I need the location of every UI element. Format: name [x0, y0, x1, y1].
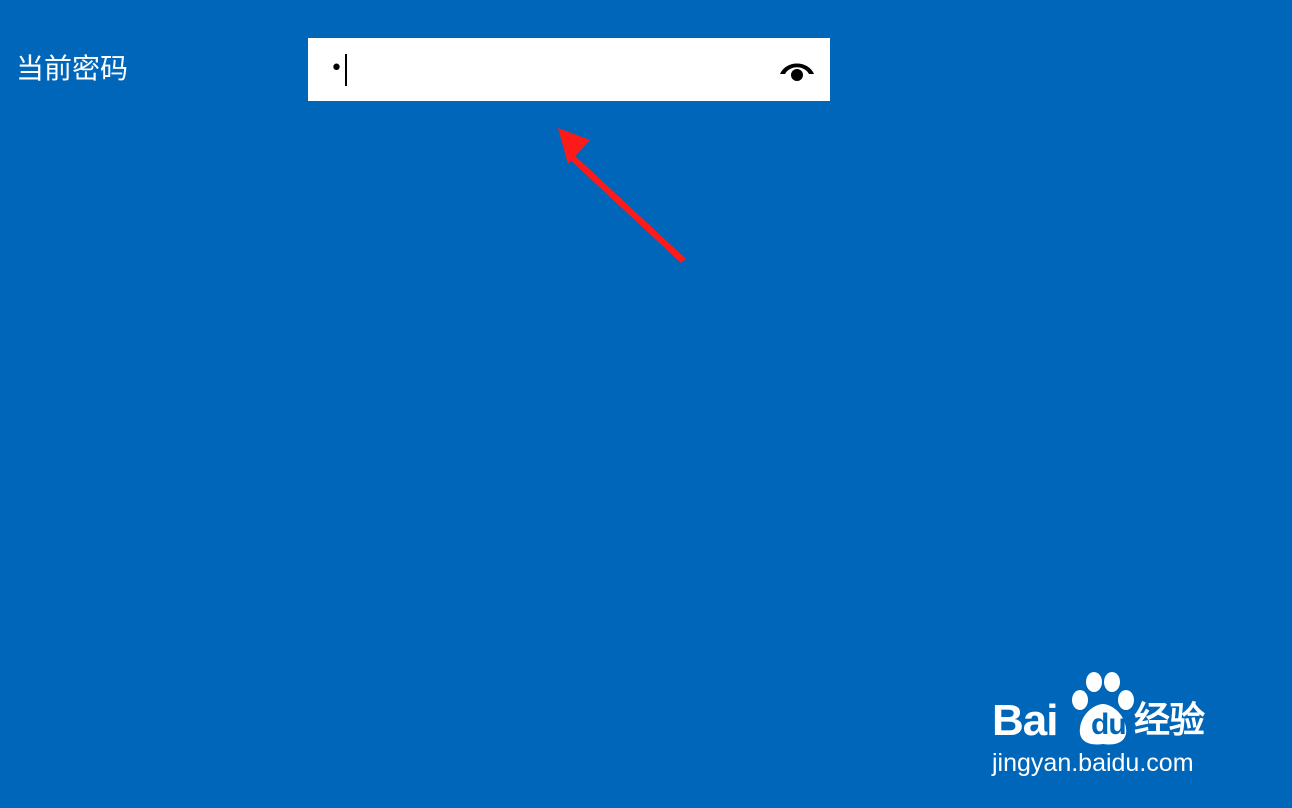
watermark-url: jingyan.baidu.com [992, 749, 1194, 777]
watermark-brand-jingyan: 经验 [1134, 700, 1205, 741]
current-password-label: 当前密码 [16, 52, 129, 85]
red-arrow-icon [558, 128, 686, 263]
eye-icon [780, 63, 814, 81]
baidu-jingyan-watermark: Bai du 经验 jingyan.baidu.com [988, 670, 1238, 780]
current-password-input[interactable]: • [308, 38, 830, 101]
reveal-password-button[interactable] [776, 52, 818, 86]
watermark-brand-bai: Bai [992, 696, 1058, 745]
text-caret [345, 54, 347, 86]
watermark-brand-du: du [1091, 708, 1127, 741]
